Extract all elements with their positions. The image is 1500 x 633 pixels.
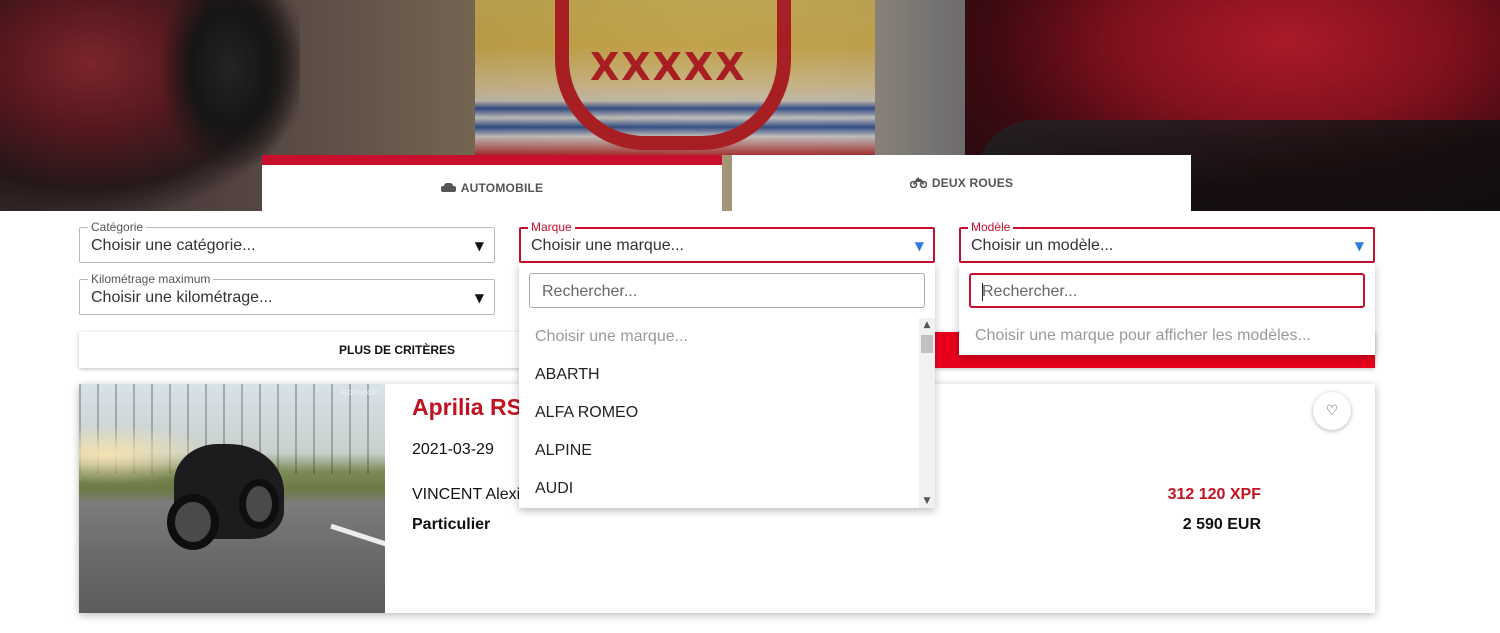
modele-search-placeholder: Rechercher... bbox=[982, 283, 1078, 300]
heart-icon: ♡ bbox=[1325, 403, 1339, 419]
marque-option[interactable]: ALPINE bbox=[519, 432, 919, 470]
car-icon bbox=[440, 183, 456, 193]
listing-price-eur: 2 590 EUR bbox=[1182, 516, 1261, 533]
tab-deux-roues[interactable]: DEUX ROUES bbox=[732, 155, 1191, 211]
marque-option[interactable]: AUDI bbox=[519, 470, 919, 508]
marque-select[interactable]: Marque Choisir une marque... ▼ bbox=[519, 220, 935, 263]
listing-price-xpf: 312 120 XPF bbox=[1167, 486, 1261, 503]
modele-empty-message: Choisir une marque pour afficher les mod… bbox=[975, 327, 1311, 344]
caret-down-icon: ▼ bbox=[474, 239, 484, 253]
listing-seller-type: Particulier bbox=[412, 516, 491, 533]
scroll-up-icon[interactable]: ▲ bbox=[919, 318, 935, 332]
photo-watermark: leboncoin bbox=[340, 387, 379, 397]
photo-parking-line bbox=[330, 523, 385, 554]
modele-dropdown: Rechercher... Choisir une marque pour af… bbox=[959, 263, 1375, 355]
listing-date: 2021-03-29 bbox=[412, 441, 494, 458]
caret-down-icon: ▼ bbox=[1354, 239, 1364, 253]
favorite-button[interactable]: ♡ bbox=[1313, 392, 1351, 430]
marque-search-placeholder: Rechercher... bbox=[542, 283, 638, 300]
tab-automobile-label: AUTOMOBILE bbox=[460, 181, 544, 195]
marque-label: Marque bbox=[528, 220, 575, 234]
categorie-value: Choisir une catégorie... bbox=[91, 237, 256, 254]
marque-option[interactable]: ABARTH bbox=[519, 356, 919, 394]
motorcycle-icon bbox=[909, 176, 928, 191]
modele-value: Choisir un modèle... bbox=[971, 237, 1114, 254]
modele-select[interactable]: Modèle Choisir un modèle... ▼ bbox=[959, 220, 1375, 263]
more-criteria-label: PLUS DE CRITÈRES bbox=[338, 343, 455, 357]
kilometrage-select[interactable]: Kilométrage maximum Choisir une kilométr… bbox=[79, 272, 495, 315]
tab-automobile[interactable]: AUTOMOBILE bbox=[262, 155, 722, 211]
listing-seller: VINCENT Alexis bbox=[412, 486, 529, 503]
photo-front-wheel bbox=[167, 494, 219, 550]
marque-dropdown: Rechercher... Choisir une marque... ABAR… bbox=[519, 263, 935, 508]
marque-option[interactable]: ALFA ROMEO bbox=[519, 394, 919, 432]
listing-title[interactable]: Aprilia RS bbox=[412, 394, 522, 421]
scrollbar-thumb[interactable] bbox=[921, 335, 933, 353]
tab-deux-roues-label: DEUX ROUES bbox=[931, 176, 1014, 190]
scroll-down-icon[interactable]: ▼ bbox=[919, 494, 935, 508]
caret-down-icon: ▼ bbox=[474, 291, 484, 305]
photo-rear-wheel bbox=[239, 479, 279, 529]
modele-label: Modèle bbox=[968, 220, 1014, 234]
kilometrage-value: Choisir une kilométrage... bbox=[91, 289, 273, 306]
marque-options-list: Choisir une marque... ABARTH ALFA ROMEO … bbox=[519, 318, 919, 508]
marque-value: Choisir une marque... bbox=[531, 237, 684, 254]
listing-photo[interactable]: leboncoin bbox=[79, 384, 385, 613]
marque-search-input[interactable]: Rechercher... bbox=[529, 273, 925, 308]
modele-search-input[interactable]: Rechercher... bbox=[969, 273, 1365, 308]
marque-option[interactable]: Choisir une marque... bbox=[519, 318, 919, 356]
marque-scrollbar[interactable]: ▲ ▼ bbox=[919, 318, 935, 508]
categorie-label: Catégorie bbox=[88, 220, 147, 234]
categorie-select[interactable]: Catégorie Choisir une catégorie... ▼ bbox=[79, 220, 495, 263]
kilometrage-label: Kilométrage maximum bbox=[88, 272, 214, 286]
caret-down-icon: ▼ bbox=[914, 239, 924, 253]
